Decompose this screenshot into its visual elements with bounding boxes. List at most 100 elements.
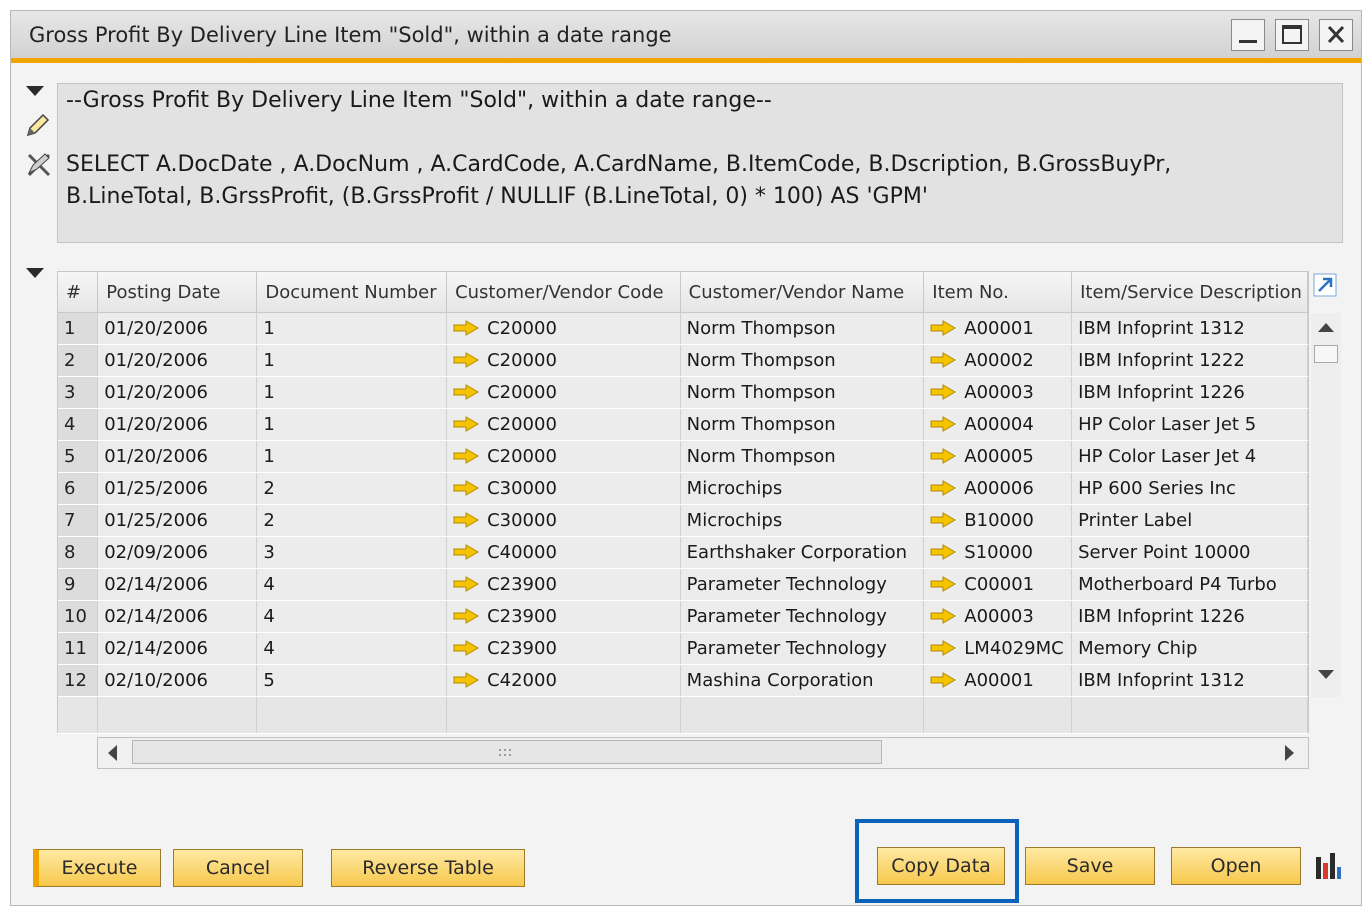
link-arrow-icon[interactable]: [930, 384, 957, 400]
customer-name-cell[interactable]: Mashina Corporation: [680, 664, 925, 697]
save-button[interactable]: Save: [1025, 847, 1155, 885]
cancel-button[interactable]: Cancel: [173, 849, 303, 887]
document-number-cell[interactable]: 1: [256, 376, 448, 409]
document-number-cell[interactable]: 1: [256, 408, 448, 441]
customer-name-cell[interactable]: Earthshaker Corporation: [680, 536, 925, 569]
customer-name-cell[interactable]: Norm Thompson: [680, 376, 925, 409]
posting-date-cell[interactable]: 01/20/2006: [97, 344, 258, 377]
horizontal-scroll-thumb[interactable]: [132, 740, 882, 764]
link-arrow-icon[interactable]: [453, 672, 480, 688]
posting-date-cell[interactable]: 02/09/2006: [97, 536, 258, 569]
item-no-cell[interactable]: A00003: [923, 376, 1073, 409]
item-no-cell[interactable]: S10000: [923, 536, 1073, 569]
customer-name-cell[interactable]: Microchips: [680, 504, 925, 537]
item-no-cell[interactable]: LM4029MC: [923, 632, 1073, 665]
posting-date-cell[interactable]: 01/20/2006: [97, 408, 258, 441]
customer-code-cell[interactable]: C20000: [446, 376, 681, 409]
column-header-posting-date[interactable]: Posting Date: [97, 272, 258, 313]
table-row[interactable]: 9 02/14/2006 4 C23900 Parameter Technology C0…: [58, 568, 1308, 601]
table-row[interactable]: 1 01/20/2006 1 C20000 Norm Thompson A00001 IBM…: [58, 312, 1308, 345]
item-description-cell[interactable]: IBM Infoprint 1222: [1071, 344, 1308, 377]
item-no-cell[interactable]: A00002: [923, 344, 1073, 377]
customer-name-cell[interactable]: Parameter Technology: [680, 600, 925, 633]
document-number-cell[interactable]: 3: [256, 536, 448, 569]
customer-code-cell[interactable]: C42000: [446, 664, 681, 697]
posting-date-cell[interactable]: 02/14/2006: [97, 632, 258, 665]
column-header-customer-code[interactable]: Customer/Vendor Code: [446, 272, 681, 313]
item-description-cell[interactable]: IBM Infoprint 1226: [1071, 376, 1308, 409]
item-no-cell[interactable]: A00001: [923, 312, 1073, 345]
posting-date-cell[interactable]: 01/20/2006: [97, 440, 258, 473]
item-no-cell[interactable]: A00003: [923, 600, 1073, 633]
clear-query-icon[interactable]: [25, 151, 53, 179]
table-row[interactable]: 8 02/09/2006 3 C40000 Earthshaker Corporatio…: [58, 536, 1308, 569]
row-number[interactable]: 4: [58, 408, 99, 441]
execute-button[interactable]: Execute: [33, 849, 161, 887]
table-row[interactable]: 12 02/10/2006 5 C42000 Mashina Corporation A0…: [58, 664, 1308, 697]
column-header-item-no[interactable]: Item No.: [923, 272, 1073, 313]
customer-code-cell[interactable]: C30000: [446, 504, 681, 537]
row-number[interactable]: 2: [58, 344, 99, 377]
item-description-cell[interactable]: Printer Label: [1071, 504, 1308, 537]
customer-name-cell[interactable]: Parameter Technology: [680, 632, 925, 665]
posting-date-cell[interactable]: 01/25/2006: [97, 504, 258, 537]
item-description-cell[interactable]: HP Color Laser Jet 5: [1071, 408, 1308, 441]
item-no-cell[interactable]: B10000: [923, 504, 1073, 537]
customer-code-cell[interactable]: C40000: [446, 536, 681, 569]
link-arrow-icon[interactable]: [930, 576, 957, 592]
document-number-cell[interactable]: 4: [256, 600, 448, 633]
item-description-cell[interactable]: IBM Infoprint 1312: [1071, 312, 1308, 345]
table-row[interactable]: 6 01/25/2006 2 C30000 Microchips A00006 HP 600…: [58, 472, 1308, 505]
row-number[interactable]: 3: [58, 376, 99, 409]
open-button[interactable]: Open: [1171, 847, 1301, 885]
document-number-cell[interactable]: 5: [256, 664, 448, 697]
table-row[interactable]: 3 01/20/2006 1 C20000 Norm Thompson A00003 IBM…: [58, 376, 1308, 409]
item-description-cell[interactable]: Server Point 10000: [1071, 536, 1308, 569]
posting-date-cell[interactable]: 02/14/2006: [97, 568, 258, 601]
minimize-button[interactable]: [1231, 19, 1265, 51]
row-number[interactable]: 11: [58, 632, 99, 665]
reverse-table-button[interactable]: Reverse Table: [331, 849, 525, 887]
document-number-cell[interactable]: 1: [256, 312, 448, 345]
link-arrow-icon[interactable]: [453, 640, 480, 656]
close-button[interactable]: [1319, 19, 1353, 51]
item-no-cell[interactable]: A00004: [923, 408, 1073, 441]
link-arrow-icon[interactable]: [453, 352, 480, 368]
document-number-cell[interactable]: 4: [256, 632, 448, 665]
customer-code-cell[interactable]: C30000: [446, 472, 681, 505]
table-row[interactable]: 7 01/25/2006 2 C30000 Microchips B10000 Printe…: [58, 504, 1308, 537]
customer-name-cell[interactable]: Norm Thompson: [680, 440, 925, 473]
scroll-up-icon[interactable]: [1317, 321, 1335, 333]
chart-icon[interactable]: [1313, 851, 1343, 881]
row-number[interactable]: 7: [58, 504, 99, 537]
table-row[interactable]: 4 01/20/2006 1 C20000 Norm Thompson A00004 HP …: [58, 408, 1308, 441]
link-arrow-icon[interactable]: [930, 352, 957, 368]
vertical-scroll-thumb[interactable]: [1314, 345, 1338, 363]
document-number-cell[interactable]: 1: [256, 440, 448, 473]
link-arrow-icon[interactable]: [453, 544, 480, 560]
link-arrow-icon[interactable]: [930, 608, 957, 624]
link-arrow-icon[interactable]: [930, 320, 957, 336]
customer-name-cell[interactable]: Norm Thompson: [680, 344, 925, 377]
posting-date-cell[interactable]: 01/20/2006: [97, 312, 258, 345]
item-description-cell[interactable]: IBM Infoprint 1312: [1071, 664, 1308, 697]
customer-code-cell[interactable]: C20000: [446, 344, 681, 377]
link-arrow-icon[interactable]: [453, 320, 480, 336]
column-header-document-number[interactable]: Document Number: [256, 272, 448, 313]
item-no-cell[interactable]: A00006: [923, 472, 1073, 505]
posting-date-cell[interactable]: 01/20/2006: [97, 376, 258, 409]
customer-code-cell[interactable]: C23900: [446, 568, 681, 601]
table-row[interactable]: 11 02/14/2006 4 C23900 Parameter Technology L…: [58, 632, 1308, 665]
item-description-cell[interactable]: IBM Infoprint 1226: [1071, 600, 1308, 633]
link-arrow-icon[interactable]: [930, 640, 957, 656]
link-arrow-icon[interactable]: [930, 480, 957, 496]
customer-code-cell[interactable]: C23900: [446, 632, 681, 665]
collapse-query-icon[interactable]: [25, 85, 45, 97]
item-no-cell[interactable]: A00005: [923, 440, 1073, 473]
link-arrow-icon[interactable]: [453, 384, 480, 400]
row-number[interactable]: 5: [58, 440, 99, 473]
table-row[interactable]: 10 02/14/2006 4 C23900 Parameter Technology A…: [58, 600, 1308, 633]
link-arrow-icon[interactable]: [930, 672, 957, 688]
row-number[interactable]: 10: [58, 600, 99, 633]
document-number-cell[interactable]: 1: [256, 344, 448, 377]
